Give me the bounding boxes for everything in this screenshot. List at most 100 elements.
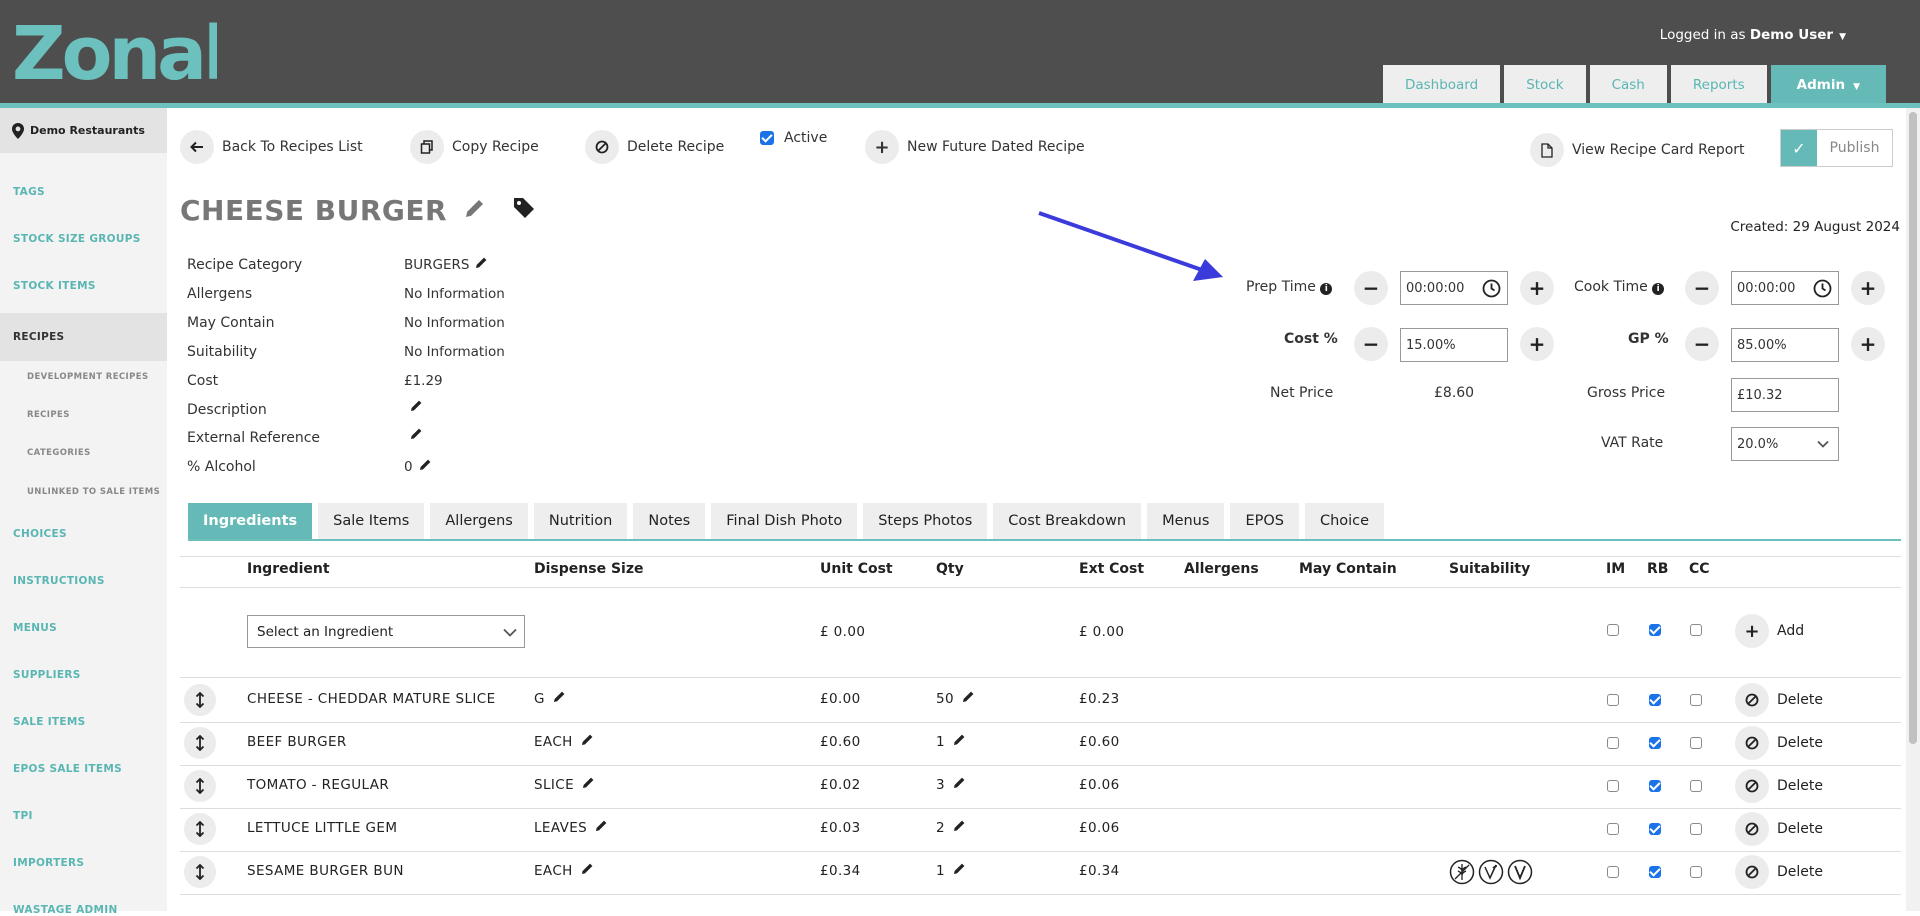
cook-time-input[interactable]: 00:00:00 [1731,271,1839,305]
active-toggle[interactable]: Active [760,130,827,146]
sidebar-sub-unlinked[interactable]: UNLINKED TO SALE ITEMS [27,487,160,497]
cost-pct-input[interactable]: 15.00% [1400,328,1508,362]
gp-pct-input[interactable]: 85.00% [1731,328,1839,362]
sidebar-item-tags[interactable]: TAGS [13,186,45,198]
scrollbar-thumb[interactable] [1909,112,1917,744]
tab-cost-breakdown[interactable]: Cost Breakdown [993,503,1142,539]
cc-checkbox[interactable] [1690,694,1702,706]
rb-checkbox[interactable] [1649,694,1661,706]
gross-price-input[interactable]: £10.32 [1731,378,1839,412]
info-icon[interactable]: i [1320,283,1333,295]
tab-menus[interactable]: Menus [1147,503,1225,539]
add-ingredient-button[interactable]: + Add [1735,614,1804,648]
edit-dispense-pencil-icon[interactable] [553,691,565,707]
tab-epos[interactable]: EPOS [1230,503,1299,539]
cost-pct-minus-button[interactable]: − [1354,327,1388,361]
sidebar-item-instructions[interactable]: INSTRUCTIONS [13,575,105,587]
cc-checkbox[interactable] [1690,866,1702,878]
rb-checkbox[interactable] [1649,780,1661,792]
active-checkbox[interactable] [760,131,774,145]
sidebar-item-menus[interactable]: MENUS [13,622,57,634]
cost-pct-plus-button[interactable]: + [1520,327,1554,361]
edit-qty-pencil-icon[interactable] [953,734,965,750]
info-icon[interactable]: i [1652,283,1665,295]
new-row-rb-checkbox[interactable] [1649,624,1661,636]
edit-qty-pencil-icon[interactable] [953,820,965,836]
delete-row-button[interactable]: Delete [1735,769,1823,803]
edit-qty-pencil-icon[interactable] [953,777,965,793]
im-checkbox[interactable] [1607,823,1619,835]
nav-reports[interactable]: Reports [1670,65,1767,105]
sidebar-item-stock-size-groups[interactable]: STOCK SIZE GROUPS [13,233,141,245]
sidebar-sub-categories[interactable]: CATEGORIES [27,448,91,458]
tab-allergens[interactable]: Allergens [430,503,528,539]
copy-recipe-button[interactable]: Copy Recipe [410,130,539,164]
sidebar-item-wastage-admin[interactable]: WASTAGE ADMIN [13,904,118,916]
sidebar-item-choices[interactable]: CHOICES [13,528,67,540]
delete-row-button[interactable]: Delete [1735,726,1823,760]
delete-row-button[interactable]: Delete [1735,812,1823,846]
prep-time-input[interactable]: 00:00:00 [1400,271,1508,305]
sidebar-item-tpi[interactable]: TPI [13,810,33,822]
user-menu[interactable]: Logged in as Demo User ▼ [1660,27,1846,43]
edit-category-pencil-icon[interactable] [475,257,487,273]
drag-handle[interactable] [184,856,216,888]
edit-dispense-pencil-icon[interactable] [595,820,607,836]
rb-checkbox[interactable] [1649,823,1661,835]
back-to-recipes-button[interactable]: Back To Recipes List [180,130,363,164]
edit-qty-pencil-icon[interactable] [962,691,974,707]
rb-checkbox[interactable] [1649,866,1661,878]
tab-ingredients[interactable]: Ingredients [188,503,313,539]
cook-time-plus-button[interactable]: + [1851,271,1885,305]
tab-sale-items[interactable]: Sale Items [318,503,425,539]
gp-pct-plus-button[interactable]: + [1851,327,1885,361]
cc-checkbox[interactable] [1690,780,1702,792]
prep-time-plus-button[interactable]: + [1520,271,1554,305]
tab-choice[interactable]: Choice [1304,503,1385,539]
drag-handle[interactable] [184,813,216,845]
edit-dispense-pencil-icon[interactable] [581,863,593,879]
edit-dispense-pencil-icon[interactable] [581,734,593,750]
edit-qty-pencil-icon[interactable] [953,863,965,879]
sidebar-sub-recipes[interactable]: RECIPES [27,410,70,420]
edit-dispense-pencil-icon[interactable] [582,777,594,793]
gp-pct-minus-button[interactable]: − [1685,327,1719,361]
delete-recipe-button[interactable]: Delete Recipe [585,130,724,164]
view-recipe-card-report-button[interactable]: View Recipe Card Report [1530,133,1745,167]
sidebar-item-suppliers[interactable]: SUPPLIERS [13,669,81,681]
edit-title-pencil-icon[interactable] [463,194,497,227]
prep-time-minus-button[interactable]: − [1354,271,1388,305]
org-selector[interactable]: Demo Restaurants [0,108,167,153]
drag-handle[interactable] [184,770,216,802]
cook-time-minus-button[interactable]: − [1685,271,1719,305]
drag-handle[interactable] [184,684,216,716]
new-row-cc-checkbox[interactable] [1690,624,1702,636]
cc-checkbox[interactable] [1690,823,1702,835]
select-ingredient-dropdown[interactable]: Select an Ingredient [247,615,525,648]
tab-final-dish-photo[interactable]: Final Dish Photo [711,503,858,539]
publish-toggle[interactable]: ✓ Publish [1780,129,1893,167]
drag-handle[interactable] [184,727,216,759]
im-checkbox[interactable] [1607,780,1619,792]
nav-cash[interactable]: Cash [1589,65,1667,105]
edit-alcohol-pencil-icon[interactable] [419,459,431,475]
tab-notes[interactable]: Notes [633,503,706,539]
tab-nutrition[interactable]: Nutrition [533,503,628,539]
rb-checkbox[interactable] [1649,737,1661,749]
delete-row-button[interactable]: Delete [1735,683,1823,717]
cc-checkbox[interactable] [1690,737,1702,749]
zonal-logo[interactable]: Zonal [12,11,228,97]
im-checkbox[interactable] [1607,694,1619,706]
nav-dashboard[interactable]: Dashboard [1382,65,1501,105]
tab-steps-photos[interactable]: Steps Photos [863,503,988,539]
nav-stock[interactable]: Stock [1504,65,1586,105]
im-checkbox[interactable] [1607,737,1619,749]
tag-icon[interactable] [512,194,536,227]
sidebar-sub-development-recipes[interactable]: DEVELOPMENT RECIPES [27,372,148,382]
delete-row-button[interactable]: Delete [1735,855,1823,889]
new-future-dated-recipe-button[interactable]: + New Future Dated Recipe [865,130,1085,164]
nav-admin[interactable]: Admin ▼ [1770,65,1886,105]
sidebar-item-importers[interactable]: IMPORTERS [13,857,84,869]
sidebar-item-epos-sale-items[interactable]: EPOS SALE ITEMS [13,763,122,775]
page-scrollbar[interactable] [1906,108,1920,911]
